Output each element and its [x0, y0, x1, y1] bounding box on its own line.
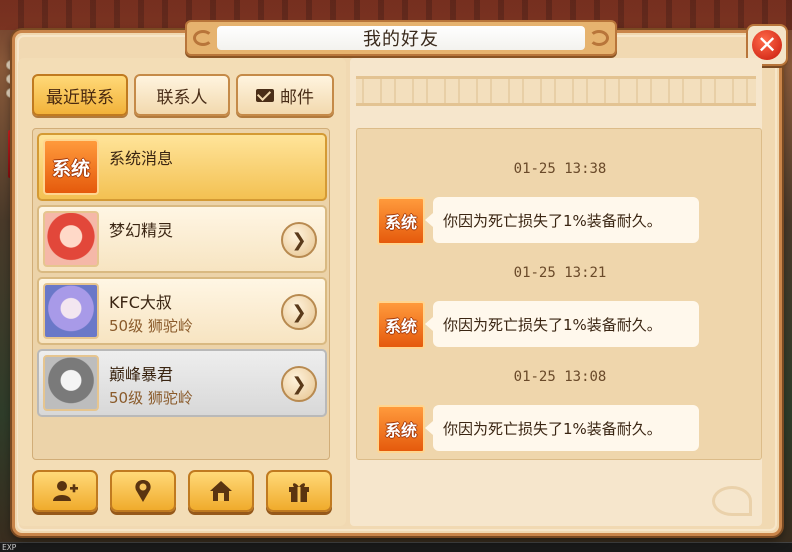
title-banner: 我的好友	[217, 26, 585, 50]
tab-recent-contacts[interactable]: 最近联系	[32, 74, 128, 116]
tab-mail[interactable]: 邮件	[236, 74, 334, 116]
contact-name: 梦幻精灵	[109, 221, 174, 240]
message-timestamp: 01-25 13:21	[513, 265, 607, 281]
close-icon: ✕	[752, 30, 782, 60]
gift-icon	[289, 483, 309, 502]
action-bar	[32, 470, 332, 512]
home-button[interactable]	[188, 470, 254, 512]
contact-name: 系统消息	[109, 149, 174, 168]
title-plaque: 我的好友	[185, 20, 617, 56]
mail-icon	[256, 88, 274, 102]
decorative-fret-border	[356, 76, 756, 106]
message-bubble: 你因为死亡损失了1%装备耐久。	[425, 405, 699, 451]
tab-contacts[interactable]: 联系人	[134, 74, 230, 116]
contact-level-school: 50级 狮驼岭	[109, 389, 193, 407]
system-sender-icon: 系统	[377, 197, 425, 245]
add-friend-icon	[53, 481, 78, 501]
scroll-ornament-right	[589, 30, 609, 46]
message-panel: 01-25 13:38 系统 你因为死亡损失了1%装备耐久。 01-25 13:…	[350, 58, 762, 526]
contact-item[interactable]: 梦幻精灵 ❯	[37, 205, 327, 273]
contact-item-offline[interactable]: 巅峰暴君 50级 狮驼岭 ❯	[37, 349, 327, 417]
tab-bar: 最近联系 联系人 邮件	[32, 74, 334, 116]
message-timestamp: 01-25 13:38	[513, 161, 607, 177]
contact-panel: 最近联系 联系人 邮件 系统 系统消息 梦幻精灵 ❯ KFC大叔 50级 狮驼岭…	[18, 58, 346, 526]
home-icon	[210, 481, 232, 501]
contact-list: 系统 系统消息 梦幻精灵 ❯ KFC大叔 50级 狮驼岭 ❯ 巅峰暴君 50级 …	[32, 128, 330, 460]
message-timestamp: 01-25 13:08	[513, 369, 607, 385]
pink-hair-character-avatar	[43, 211, 99, 267]
message-list[interactable]: 01-25 13:38 系统 你因为死亡损失了1%装备耐久。 01-25 13:…	[356, 128, 762, 460]
add-friend-button[interactable]	[32, 470, 98, 512]
location-button[interactable]	[110, 470, 176, 512]
tab-label: 最近联系	[46, 87, 114, 108]
message-bubble: 你因为死亡损失了1%装备耐久。	[425, 197, 699, 243]
contact-item[interactable]: KFC大叔 50级 狮驼岭 ❯	[37, 277, 327, 345]
tab-label: 邮件	[280, 87, 314, 108]
cloud-ornament-icon	[712, 486, 752, 516]
dialog-title: 我的好友	[363, 29, 439, 50]
system-sender-icon: 系统	[377, 405, 425, 453]
open-chat-arrow-icon[interactable]: ❯	[281, 222, 317, 258]
exp-bar: EXP	[0, 542, 792, 552]
open-chat-arrow-icon[interactable]: ❯	[281, 366, 317, 402]
contact-level-school: 50级 狮驼岭	[109, 317, 193, 335]
grayscale-character-avatar	[43, 355, 99, 411]
contact-item-system[interactable]: 系统 系统消息	[37, 133, 327, 201]
scroll-ornament-left	[193, 30, 213, 46]
contact-name: KFC大叔	[109, 293, 172, 312]
white-hair-character-avatar	[43, 283, 99, 339]
location-pin-icon	[135, 480, 151, 502]
open-chat-arrow-icon[interactable]: ❯	[281, 294, 317, 330]
message-bubble: 你因为死亡损失了1%装备耐久。	[425, 301, 699, 347]
tab-label: 联系人	[156, 87, 208, 108]
gift-button[interactable]	[266, 470, 332, 512]
system-avatar: 系统	[43, 139, 99, 195]
exp-label: EXP	[2, 543, 17, 552]
system-sender-icon: 系统	[377, 301, 425, 349]
contact-name: 巅峰暴君	[109, 365, 174, 384]
